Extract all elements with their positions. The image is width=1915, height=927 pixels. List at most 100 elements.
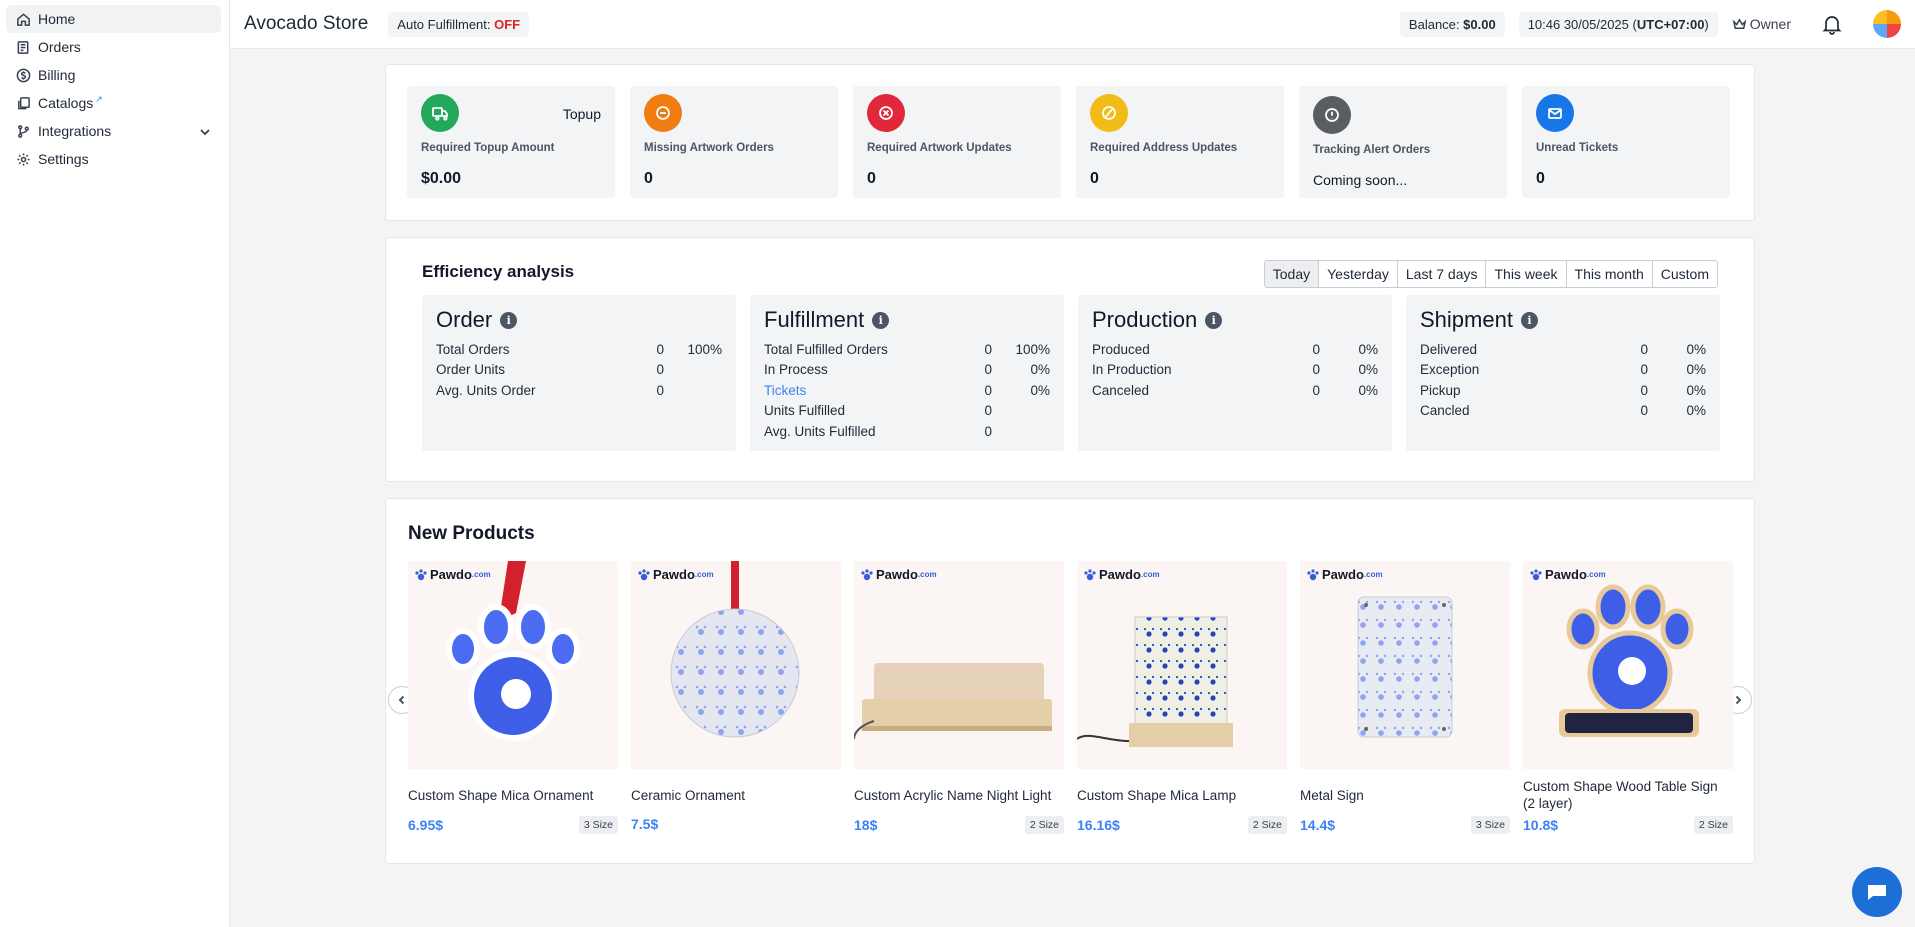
metric-count: 0 xyxy=(984,382,992,398)
metric-row: Tickets 0 0% xyxy=(764,380,1050,401)
metric-name: In Process xyxy=(764,362,828,378)
stat-value: 0 xyxy=(1090,170,1099,187)
sidebar-item-settings[interactable]: Settings xyxy=(6,145,221,173)
stat-tracking-alert[interactable]: Tracking Alert Orders Coming soon... xyxy=(1299,86,1507,198)
stat-label: Required Address Updates xyxy=(1090,142,1238,154)
metric-pct: 0% xyxy=(1030,382,1050,398)
metric-count: 0 xyxy=(1640,403,1648,419)
brand-logo: Pawdo .com xyxy=(1083,567,1160,582)
info-icon[interactable]: i xyxy=(1205,311,1223,329)
info-icon[interactable]: i xyxy=(872,311,890,329)
metric-name: Total Orders xyxy=(436,341,510,357)
metric-count: 0 xyxy=(656,382,664,398)
production-box: Production i Produced 0 0% In Production 0 0%… xyxy=(1078,295,1392,451)
stat-value: 0 xyxy=(867,170,876,187)
product-card[interactable]: Pawdo .com Ceramic Ornament 7.5$ xyxy=(631,561,841,832)
stat-label: Required Topup Amount xyxy=(421,142,555,154)
brand-name: Pawdo xyxy=(430,567,472,582)
size-badge: 2 Size xyxy=(1247,816,1287,834)
product-card[interactable]: Pawdo .com Custom Shape Mica Lamp 16.16$ … xyxy=(1077,561,1287,834)
product-image: Pawdo .com xyxy=(1300,561,1510,769)
avatar[interactable] xyxy=(1873,10,1901,38)
sidebar-item-catalogs[interactable]: Catalogs ↗ xyxy=(6,89,221,117)
product-name: Metal Sign xyxy=(1300,787,1364,803)
metric-name: Cancled xyxy=(1420,403,1470,419)
brand-logo: Pawdo .com xyxy=(414,567,491,582)
metric-row: Avg. Units Order 0 xyxy=(436,380,722,401)
brand-suffix: .com xyxy=(1586,570,1606,579)
metric-row: Cancled 0 0% xyxy=(1420,401,1706,422)
range-today[interactable]: Today xyxy=(1264,261,1319,287)
sidebar-item-integrations[interactable]: Integrations xyxy=(6,117,221,145)
metric-count: 0 xyxy=(984,423,992,439)
metric-count: 0 xyxy=(984,341,992,357)
sidebar-item-label: Orders xyxy=(38,39,81,55)
metric-name: Produced xyxy=(1092,341,1150,357)
product-image: Pawdo .com xyxy=(408,561,618,769)
product-price: 6.95$ xyxy=(408,817,444,833)
paw-icon xyxy=(1084,568,1096,580)
stat-topup[interactable]: Topup Required Topup Amount $0.00 xyxy=(407,86,615,198)
sidebar-item-billing[interactable]: Billing xyxy=(6,61,221,89)
auto-fulfillment-toggle[interactable]: Auto Fulfillment: OFF xyxy=(388,11,530,37)
tickets-link[interactable]: Tickets xyxy=(764,383,952,398)
fulfillment-box: Fulfillment i Total Fulfilled Orders 0 100%… xyxy=(750,295,1064,451)
metric-name: Avg. Units Order xyxy=(436,382,536,398)
chat-button[interactable] xyxy=(1852,867,1902,917)
product-footer: 6.95$ 3 Size xyxy=(408,816,618,834)
stats-panel: Topup Required Topup Amount $0.00 Missin… xyxy=(385,64,1755,221)
role-menu[interactable]: Owner xyxy=(1732,16,1791,32)
chevron-down-icon[interactable] xyxy=(199,125,211,137)
mica-lamp-illustration xyxy=(1077,616,1233,747)
product-footer: 14.4$ 3 Size xyxy=(1300,816,1510,834)
range-custom[interactable]: Custom xyxy=(1651,261,1717,287)
stat-artwork-updates[interactable]: Required Artwork Updates 0 xyxy=(853,86,1061,198)
metric-name: Pickup xyxy=(1420,382,1461,398)
stat-missing-artwork[interactable]: Missing Artwork Orders 0 xyxy=(630,86,838,198)
paw-icon xyxy=(1307,568,1319,580)
metric-pct: 0% xyxy=(1358,362,1378,378)
box-title: Order xyxy=(436,307,493,332)
balance-label: Balance: xyxy=(1408,16,1460,32)
stat-value: $0.00 xyxy=(421,170,462,187)
sidebar-item-home[interactable]: Home xyxy=(6,5,221,33)
brand-suffix: .com xyxy=(694,570,714,579)
sidebar-item-orders[interactable]: Orders xyxy=(6,33,221,61)
range-yesterday[interactable]: Yesterday xyxy=(1318,261,1397,287)
wood-table-sign-illustration xyxy=(1559,584,1699,737)
metric-pct: 100% xyxy=(1015,341,1050,357)
metric-pct: 0% xyxy=(1686,362,1706,378)
product-card[interactable]: Pawdo .com Metal Sign 14.4$ 3 Size xyxy=(1300,561,1510,834)
stat-address-updates[interactable]: Required Address Updates 0 xyxy=(1076,86,1284,198)
product-card[interactable]: Pawdo .com Custom Shape Wood Table Sign (… xyxy=(1523,561,1733,834)
metric-count: 0 xyxy=(656,362,664,378)
metric-row: Pickup 0 0% xyxy=(1420,380,1706,401)
stat-unread-tickets[interactable]: Unread Tickets 0 xyxy=(1522,86,1730,198)
stat-value: Coming soon... xyxy=(1313,172,1408,188)
product-image: Pawdo .com xyxy=(631,561,841,769)
product-footer: 18$ 2 Size xyxy=(854,816,1064,834)
slash-circle-icon xyxy=(1090,94,1128,132)
metric-name: Total Fulfilled Orders xyxy=(764,341,888,357)
product-name: Custom Acrylic Name Night Light xyxy=(854,787,1052,803)
range-last-7-days[interactable]: Last 7 days xyxy=(1396,261,1486,287)
info-icon[interactable]: i xyxy=(1520,311,1538,329)
info-icon[interactable]: i xyxy=(500,311,518,329)
chat-icon xyxy=(1868,885,1886,900)
metric-pct: 0% xyxy=(1686,341,1706,357)
product-card[interactable]: Pawdo .com Custom Acrylic Name Night Ligh… xyxy=(854,561,1064,834)
topup-link[interactable]: Topup xyxy=(563,106,601,122)
stat-label: Unread Tickets xyxy=(1536,142,1619,154)
sidebar-item-label: Catalogs xyxy=(38,95,94,111)
auto-fulfillment-label: Auto Fulfillment: xyxy=(397,16,491,32)
product-card[interactable]: Pawdo .com Custom Shape Mica Ornament 6.9… xyxy=(408,561,618,834)
product-name: Ceramic Ornament xyxy=(631,787,746,803)
product-price: 16.16$ xyxy=(1077,817,1120,833)
bell-icon[interactable] xyxy=(1821,13,1843,35)
range-this-week[interactable]: This week xyxy=(1485,261,1566,287)
brand-name: Pawdo xyxy=(1545,567,1587,582)
range-this-month[interactable]: This month xyxy=(1565,261,1652,287)
metric-pct: 0% xyxy=(1686,382,1706,398)
efficiency-title: Efficiency analysis xyxy=(422,262,575,281)
product-footer: 16.16$ 2 Size xyxy=(1077,816,1287,834)
